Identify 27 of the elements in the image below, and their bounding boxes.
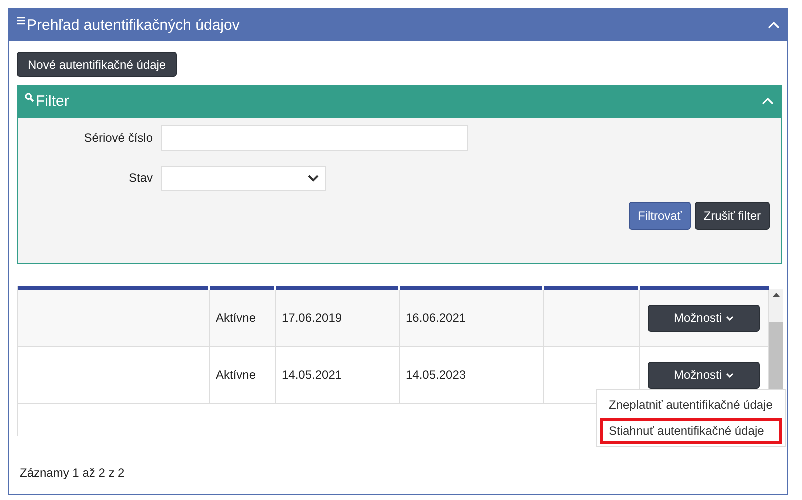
table-cell: 16.06.2021 [400,290,544,347]
table-cell: 14.05.2023 [400,347,544,404]
new-credentials-button[interactable]: Nové autentifikačné údaje [17,52,178,77]
filter-title: Filter [36,93,70,110]
table-cell: 17.06.2019 [276,290,400,347]
field-label: Stav [128,171,154,185]
field-label: Sériové číslo [83,131,154,145]
serial-number-field[interactable] [161,125,468,151]
caret-icon [726,372,734,378]
chevron-down-icon [308,174,319,182]
table-cell: 14.05.2021 [276,347,400,404]
menu-icon [17,17,25,25]
collapse-icon [768,20,780,30]
panel-title: Prehľad autentifikačných údajov [27,16,240,34]
table-cell: Aktívne [210,347,276,404]
menu-item[interactable]: Stiahnuť autentifikačné údaje [600,418,782,444]
clear-filter-button[interactable]: Zrušiť filter [694,202,770,230]
record-count: Záznamy 1 až 2 z 2 [19,466,126,480]
caret-icon [726,316,734,320]
search-icon [25,93,34,102]
options-button[interactable]: Možnosti [648,362,760,388]
collapse-icon [762,97,774,106]
options-button[interactable]: Možnosti [648,304,760,332]
scroll-up-icon [772,293,780,297]
table-cell: Aktívne [210,290,276,347]
filter-button[interactable]: Filtrovať [628,202,691,230]
menu-item[interactable]: Zneplatniť autentifikačné údaje [600,392,782,418]
